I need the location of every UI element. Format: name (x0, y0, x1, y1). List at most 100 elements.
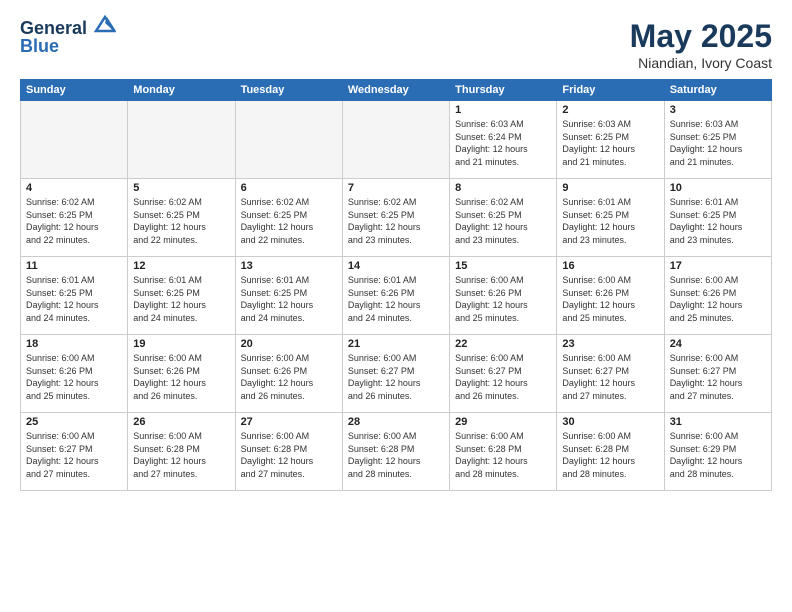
calendar-cell (128, 101, 235, 179)
calendar-cell: 19 Sunrise: 6:00 AMSunset: 6:26 PMDayligh… (128, 335, 235, 413)
day-info: Sunrise: 6:01 AMSunset: 6:26 PMDaylight:… (348, 274, 444, 324)
calendar-cell: 14 Sunrise: 6:01 AMSunset: 6:26 PMDayligh… (342, 257, 449, 335)
day-number: 6 (241, 182, 337, 194)
day-info: Sunrise: 6:01 AMSunset: 6:25 PMDaylight:… (133, 274, 229, 324)
calendar-cell: 11Sunrise: 6:01 AMSunset: 6:25 PMDayligh… (21, 257, 128, 335)
day-info: Sunrise: 6:00 AMSunset: 6:27 PMDaylight:… (670, 352, 766, 402)
calendar-week-row: 4 Sunrise: 6:02 AMSunset: 6:25 PMDaylight… (21, 179, 772, 257)
day-info: Sunrise: 6:00 AMSunset: 6:27 PMDaylight:… (562, 352, 658, 402)
col-tuesday: Tuesday (235, 80, 342, 101)
day-number: 15 (455, 260, 551, 272)
day-info: Sunrise: 6:00 AMSunset: 6:27 PMDaylight:… (26, 430, 122, 480)
day-number: 13 (241, 260, 337, 272)
day-number: 9 (562, 182, 658, 194)
day-info: Sunrise: 6:02 AMSunset: 6:25 PMDaylight:… (348, 196, 444, 246)
day-number: 14 (348, 260, 444, 272)
day-number: 12 (133, 260, 229, 272)
day-number: 24 (670, 338, 766, 350)
day-info: Sunrise: 6:00 AMSunset: 6:28 PMDaylight:… (133, 430, 229, 480)
calendar-cell: 27 Sunrise: 6:00 AMSunset: 6:28 PMDayligh… (235, 413, 342, 491)
day-info: Sunrise: 6:00 AMSunset: 6:29 PMDaylight:… (670, 430, 766, 480)
calendar-cell: 10 Sunrise: 6:01 AMSunset: 6:25 PMDayligh… (664, 179, 771, 257)
day-number: 4 (26, 182, 122, 194)
col-friday: Friday (557, 80, 664, 101)
day-number: 26 (133, 416, 229, 428)
day-info: Sunrise: 6:00 AMSunset: 6:26 PMDaylight:… (133, 352, 229, 402)
calendar-cell: 18 Sunrise: 6:00 AMSunset: 6:26 PMDayligh… (21, 335, 128, 413)
day-number: 29 (455, 416, 551, 428)
day-number: 20 (241, 338, 337, 350)
day-info: Sunrise: 6:00 AMSunset: 6:28 PMDaylight:… (241, 430, 337, 480)
calendar-table: Sunday Monday Tuesday Wednesday Thursday… (20, 79, 772, 491)
day-info: Sunrise: 6:00 AMSunset: 6:26 PMDaylight:… (455, 274, 551, 324)
day-number: 21 (348, 338, 444, 350)
day-info: Sunrise: 6:02 AMSunset: 6:25 PMDaylight:… (26, 196, 122, 246)
day-info: Sunrise: 6:03 AMSunset: 6:25 PMDaylight:… (670, 118, 766, 168)
calendar-cell: 21Sunrise: 6:00 AMSunset: 6:27 PMDayligh… (342, 335, 449, 413)
day-number: 3 (670, 104, 766, 116)
day-info: Sunrise: 6:00 AMSunset: 6:28 PMDaylight:… (562, 430, 658, 480)
location-subtitle: Niandian, Ivory Coast (630, 55, 772, 71)
calendar-cell: 7Sunrise: 6:02 AMSunset: 6:25 PMDaylight… (342, 179, 449, 257)
day-number: 10 (670, 182, 766, 194)
calendar-cell: 24 Sunrise: 6:00 AMSunset: 6:27 PMDayligh… (664, 335, 771, 413)
title-block: May 2025 Niandian, Ivory Coast (630, 18, 772, 71)
calendar-cell: 30 Sunrise: 6:00 AMSunset: 6:28 PMDayligh… (557, 413, 664, 491)
calendar-cell: 6Sunrise: 6:02 AMSunset: 6:25 PMDaylight… (235, 179, 342, 257)
calendar-header-row: Sunday Monday Tuesday Wednesday Thursday… (21, 80, 772, 101)
day-number: 5 (133, 182, 229, 194)
day-number: 19 (133, 338, 229, 350)
calendar-cell: 5Sunrise: 6:02 AMSunset: 6:25 PMDaylight… (128, 179, 235, 257)
calendar-cell: 13 Sunrise: 6:01 AMSunset: 6:25 PMDayligh… (235, 257, 342, 335)
calendar-cell (235, 101, 342, 179)
logo: General Blue (20, 18, 116, 55)
day-info: Sunrise: 6:03 AMSunset: 6:25 PMDaylight:… (562, 118, 658, 168)
day-number: 8 (455, 182, 551, 194)
calendar-cell: 1Sunrise: 6:03 AMSunset: 6:24 PMDaylight… (450, 101, 557, 179)
day-number: 27 (241, 416, 337, 428)
day-number: 22 (455, 338, 551, 350)
calendar-week-row: 1Sunrise: 6:03 AMSunset: 6:24 PMDaylight… (21, 101, 772, 179)
day-number: 18 (26, 338, 122, 350)
month-title: May 2025 (630, 18, 772, 55)
calendar-cell: 22 Sunrise: 6:00 AMSunset: 6:27 PMDayligh… (450, 335, 557, 413)
header: General Blue May 2025 Niandian, Ivory Co… (20, 18, 772, 71)
calendar-cell: 16Sunrise: 6:00 AMSunset: 6:26 PMDayligh… (557, 257, 664, 335)
day-info: Sunrise: 6:00 AMSunset: 6:26 PMDaylight:… (241, 352, 337, 402)
calendar-cell: 29 Sunrise: 6:00 AMSunset: 6:28 PMDayligh… (450, 413, 557, 491)
calendar-cell: 2Sunrise: 6:03 AMSunset: 6:25 PMDaylight… (557, 101, 664, 179)
page: General Blue May 2025 Niandian, Ivory Co… (0, 0, 792, 612)
day-number: 11 (26, 260, 122, 272)
day-number: 17 (670, 260, 766, 272)
day-number: 1 (455, 104, 551, 116)
calendar-week-row: 25 Sunrise: 6:00 AMSunset: 6:27 PMDayligh… (21, 413, 772, 491)
col-monday: Monday (128, 80, 235, 101)
day-number: 30 (562, 416, 658, 428)
day-info: Sunrise: 6:00 AMSunset: 6:27 PMDaylight:… (455, 352, 551, 402)
col-wednesday: Wednesday (342, 80, 449, 101)
col-thursday: Thursday (450, 80, 557, 101)
calendar-cell: 4 Sunrise: 6:02 AMSunset: 6:25 PMDaylight… (21, 179, 128, 257)
calendar-week-row: 11 Sunrise: 6:01 AMSunset: 6:25 PMDayligh… (21, 257, 772, 335)
logo-icon (94, 15, 116, 33)
day-info: Sunrise: 6:01 AMSunset: 6:25 PMDaylight:… (241, 274, 337, 324)
day-number: 28 (348, 416, 444, 428)
day-info: Sunrise: 6:01 AMSunset: 6:25 PMDaylight:… (670, 196, 766, 246)
calendar-cell (21, 101, 128, 179)
day-info: Sunrise: 6:00 AMSunset: 6:26 PMDaylight:… (26, 352, 122, 402)
calendar-cell: 15 Sunrise: 6:00 AMSunset: 6:26 PMDayligh… (450, 257, 557, 335)
calendar-cell: 20 Sunrise: 6:00 AMSunset: 6:26 PMDayligh… (235, 335, 342, 413)
day-info: Sunrise: 6:01 AMSunset: 6:25 PMDaylight:… (562, 196, 658, 246)
day-number: 25 (26, 416, 122, 428)
day-info: Sunrise: 6:02 AMSunset: 6:25 PMDaylight:… (455, 196, 551, 246)
col-sunday: Sunday (21, 80, 128, 101)
calendar-cell: 26 Sunrise: 6:00 AMSunset: 6:28 PMDayligh… (128, 413, 235, 491)
calendar-week-row: 18 Sunrise: 6:00 AMSunset: 6:26 PMDayligh… (21, 335, 772, 413)
calendar-cell: 28 Sunrise: 6:00 AMSunset: 6:28 PMDayligh… (342, 413, 449, 491)
day-info: Sunrise: 6:00 AMSunset: 6:28 PMDaylight:… (455, 430, 551, 480)
calendar-cell: 9 Sunrise: 6:01 AMSunset: 6:25 PMDaylight… (557, 179, 664, 257)
calendar-cell: 25 Sunrise: 6:00 AMSunset: 6:27 PMDayligh… (21, 413, 128, 491)
calendar-cell: 3 Sunrise: 6:03 AMSunset: 6:25 PMDaylight… (664, 101, 771, 179)
day-info: Sunrise: 6:00 AMSunset: 6:26 PMDaylight:… (670, 274, 766, 324)
day-info: Sunrise: 6:00 AMSunset: 6:28 PMDaylight:… (348, 430, 444, 480)
